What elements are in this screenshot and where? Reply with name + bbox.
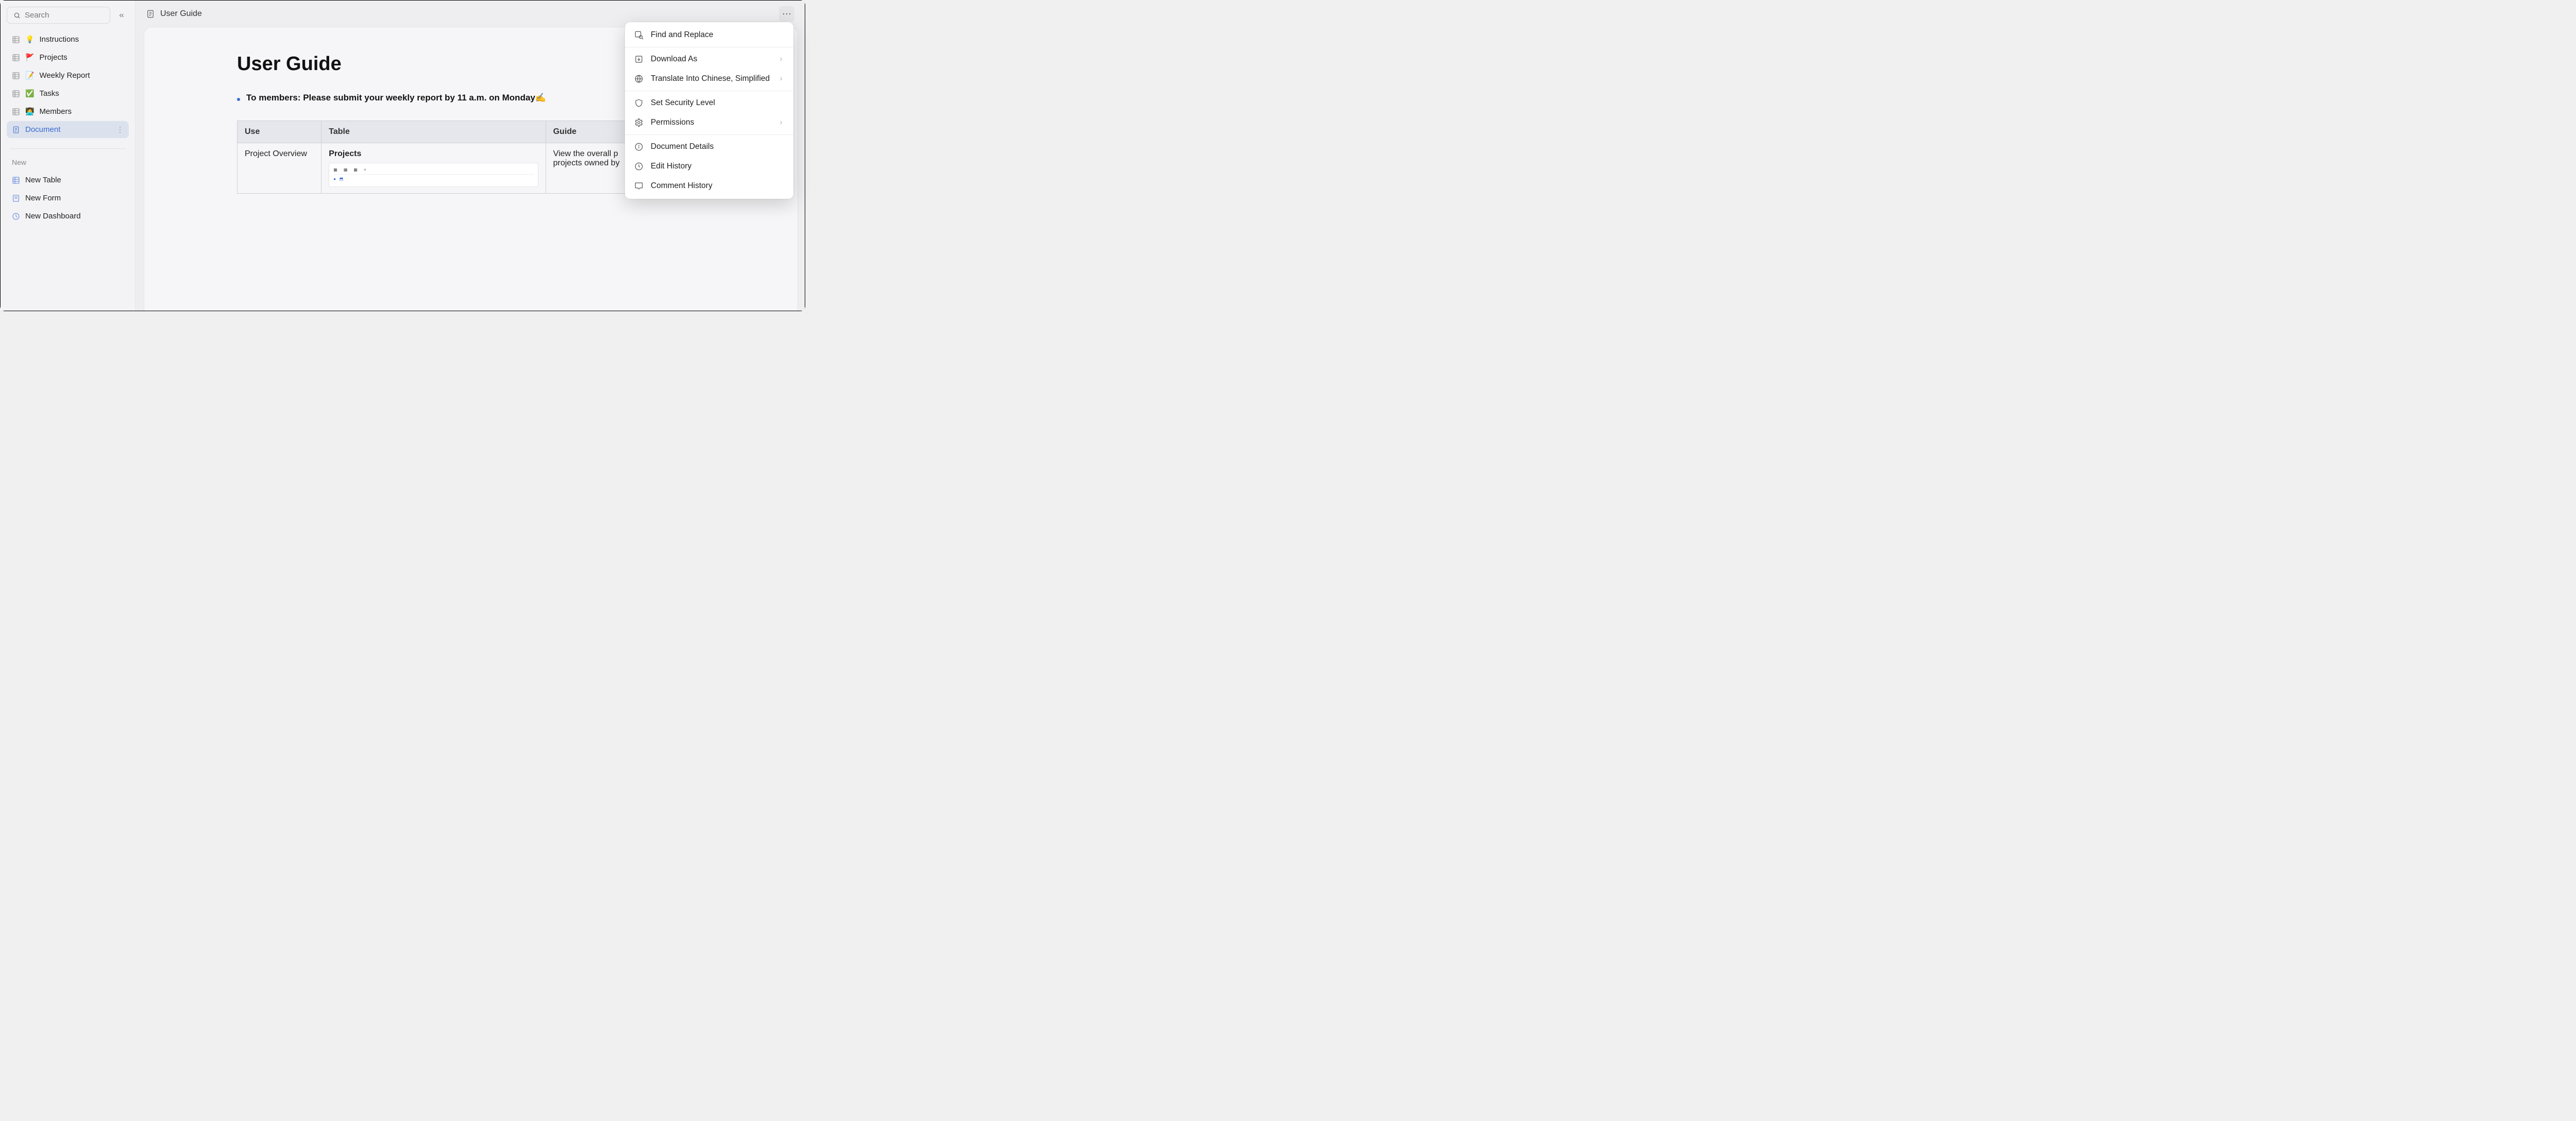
chevron-right-icon <box>778 56 784 62</box>
sidebar-item-document[interactable]: Document ⋮ <box>7 121 129 138</box>
new-item-label: New Dashboard <box>25 212 81 220</box>
info-icon <box>634 142 643 151</box>
find-replace-icon <box>634 30 643 40</box>
table-icon <box>12 36 20 44</box>
divider <box>10 148 126 149</box>
translate-icon <box>634 74 643 83</box>
table-header-table[interactable]: Table <box>321 121 546 143</box>
new-section-label: New <box>7 156 129 168</box>
embed-tab[interactable]: ▦ <box>344 167 348 172</box>
history-icon <box>634 162 643 171</box>
document-icon <box>12 126 20 134</box>
more-options-menu: Find and Replace Download As Translate I… <box>625 22 793 199</box>
menu-label: Comment History <box>651 181 713 191</box>
table-header-use[interactable]: Use <box>238 121 321 143</box>
menu-separator <box>625 134 793 135</box>
new-item-label: New Table <box>25 176 61 184</box>
menu-download-as[interactable]: Download As <box>625 49 793 69</box>
sidebar-item-instructions[interactable]: 💡 Instructions <box>7 31 129 48</box>
comment-icon <box>634 181 643 191</box>
page-title: User Guide <box>160 9 202 19</box>
cell-title: Projects <box>329 149 538 159</box>
bullet-icon <box>237 98 240 101</box>
emoji: 📝 <box>25 71 34 80</box>
shield-icon <box>634 98 643 108</box>
download-icon <box>634 55 643 64</box>
embed-tab[interactable]: ▦ <box>353 167 358 172</box>
chevron-double-left-icon <box>118 12 125 19</box>
menu-permissions[interactable]: Permissions <box>625 113 793 132</box>
menu-comment-history[interactable]: Comment History <box>625 176 793 196</box>
new-table-button[interactable]: New Table <box>7 172 129 189</box>
new-form-button[interactable]: New Form <box>7 190 129 207</box>
menu-label: Download As <box>651 55 697 64</box>
search-box[interactable] <box>7 7 110 24</box>
new-item-label: New Form <box>25 194 61 202</box>
sidebar-item-tasks[interactable]: ✅ Tasks <box>7 85 129 102</box>
menu-label: Translate Into Chinese, Simplified <box>651 74 770 83</box>
table-icon <box>12 90 20 98</box>
table-icon <box>12 72 20 80</box>
table-icon <box>12 108 20 116</box>
more-options-button[interactable]: ⋯ <box>779 6 794 22</box>
sidebar-item-label: Projects <box>39 53 124 62</box>
sidebar-item-label: Weekly Report <box>39 71 124 80</box>
new-dashboard-button[interactable]: New Dashboard <box>7 208 129 225</box>
menu-label: Permissions <box>651 118 694 127</box>
more-horizontal-icon: ⋯ <box>782 9 791 20</box>
embed-add-tab[interactable]: + <box>364 167 366 172</box>
chevron-right-icon <box>778 120 784 126</box>
sidebar-item-label: Tasks <box>39 89 124 98</box>
bullet-text: To members: Please submit your weekly re… <box>246 93 546 103</box>
menu-security-level[interactable]: Set Security Level <box>625 93 793 113</box>
menu-label: Document Details <box>651 142 714 151</box>
cell-use[interactable]: Project Overview <box>238 143 321 194</box>
emoji: 💡 <box>25 35 34 44</box>
emoji: 👩‍💻 <box>25 107 34 116</box>
table-icon <box>12 176 20 184</box>
sidebar-item-label: Instructions <box>39 35 124 44</box>
sidebar: 💡 Instructions 🚩 Projects 📝 Weekly Repor… <box>1 1 135 311</box>
document-icon <box>146 9 155 19</box>
menu-find-replace[interactable]: Find and Replace <box>625 25 793 45</box>
dashboard-icon <box>12 212 20 220</box>
sidebar-item-label: Document <box>25 125 111 134</box>
collapse-sidebar-button[interactable] <box>114 8 129 23</box>
chevron-right-icon <box>778 76 784 82</box>
gear-icon <box>634 118 643 127</box>
form-icon <box>12 194 20 202</box>
emoji: 🚩 <box>25 53 34 62</box>
sidebar-item-weekly-report[interactable]: 📝 Weekly Report <box>7 67 129 84</box>
nav-list: 💡 Instructions 🚩 Projects 📝 Weekly Repor… <box>7 31 129 138</box>
search-icon <box>13 11 21 20</box>
sidebar-item-members[interactable]: 👩‍💻 Members <box>7 103 129 120</box>
menu-label: Set Security Level <box>651 98 715 108</box>
cell-table[interactable]: Projects ▦ ▦ ▦ + ● ⬒ <box>321 143 546 194</box>
menu-edit-history[interactable]: Edit History <box>625 157 793 176</box>
main-area: User Guide ⋯ User Guide To members: Plea… <box>135 1 805 311</box>
table-icon <box>12 54 20 62</box>
new-list: New Table New Form New Dashboard <box>7 172 129 225</box>
search-input[interactable] <box>25 11 104 20</box>
menu-document-details[interactable]: Document Details <box>625 137 793 157</box>
embedded-table-preview[interactable]: ▦ ▦ ▦ + ● ⬒ <box>329 163 538 187</box>
more-vertical-icon[interactable]: ⋮ <box>116 125 124 134</box>
menu-label: Edit History <box>651 162 691 171</box>
sidebar-item-projects[interactable]: 🚩 Projects <box>7 49 129 66</box>
embed-tab[interactable]: ▦ <box>333 167 337 172</box>
emoji: ✅ <box>25 89 34 98</box>
menu-label: Find and Replace <box>651 30 714 40</box>
sidebar-item-label: Members <box>39 107 124 116</box>
menu-translate[interactable]: Translate Into Chinese, Simplified <box>625 69 793 89</box>
